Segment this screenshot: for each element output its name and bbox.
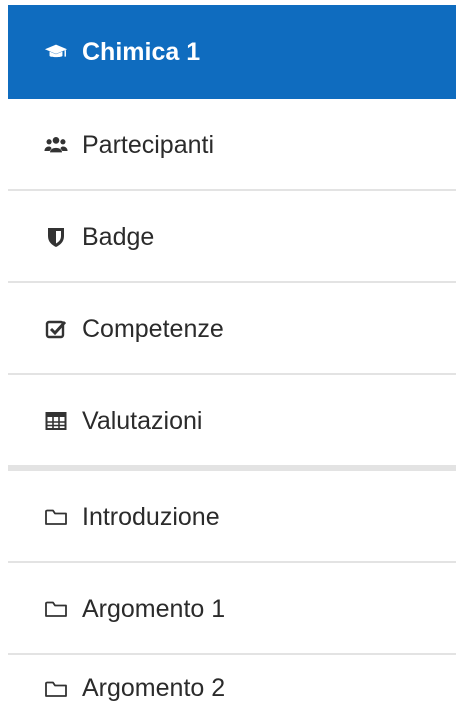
nav-item-grades[interactable]: Valutazioni bbox=[8, 377, 456, 471]
shield-icon bbox=[44, 225, 68, 249]
nav-item-course[interactable]: Chimica 1 bbox=[8, 5, 456, 99]
nav-item-label: Competenze bbox=[82, 314, 224, 343]
folder-icon bbox=[44, 597, 68, 621]
nav-item-label: Argomento 1 bbox=[82, 594, 226, 623]
check-square-icon bbox=[44, 317, 68, 341]
nav-item-label: Valutazioni bbox=[82, 406, 203, 435]
nav-item-section-introduzione[interactable]: Introduzione bbox=[8, 473, 456, 563]
nav-item-label: Chimica 1 bbox=[82, 37, 201, 66]
nav-item-section-argomento-2[interactable]: Argomento 2 bbox=[8, 656, 456, 721]
nav-item-section-argomento-1[interactable]: Argomento 1 bbox=[8, 565, 456, 655]
nav-item-participants[interactable]: Partecipanti bbox=[8, 101, 456, 191]
nav-item-badge[interactable]: Badge bbox=[8, 193, 456, 283]
nav-item-label: Badge bbox=[82, 222, 155, 251]
course-navigation: Chimica 1 Partecipanti Badge Competenze … bbox=[0, 0, 456, 721]
folder-icon bbox=[44, 677, 68, 701]
folder-icon bbox=[44, 505, 68, 529]
nav-item-label: Introduzione bbox=[82, 502, 220, 531]
nav-item-label: Argomento 2 bbox=[82, 674, 226, 702]
nav-item-competencies[interactable]: Competenze bbox=[8, 285, 456, 375]
table-icon bbox=[44, 409, 68, 433]
nav-item-label: Partecipanti bbox=[82, 130, 215, 159]
users-icon bbox=[44, 133, 68, 157]
graduation-cap-icon bbox=[44, 40, 68, 64]
